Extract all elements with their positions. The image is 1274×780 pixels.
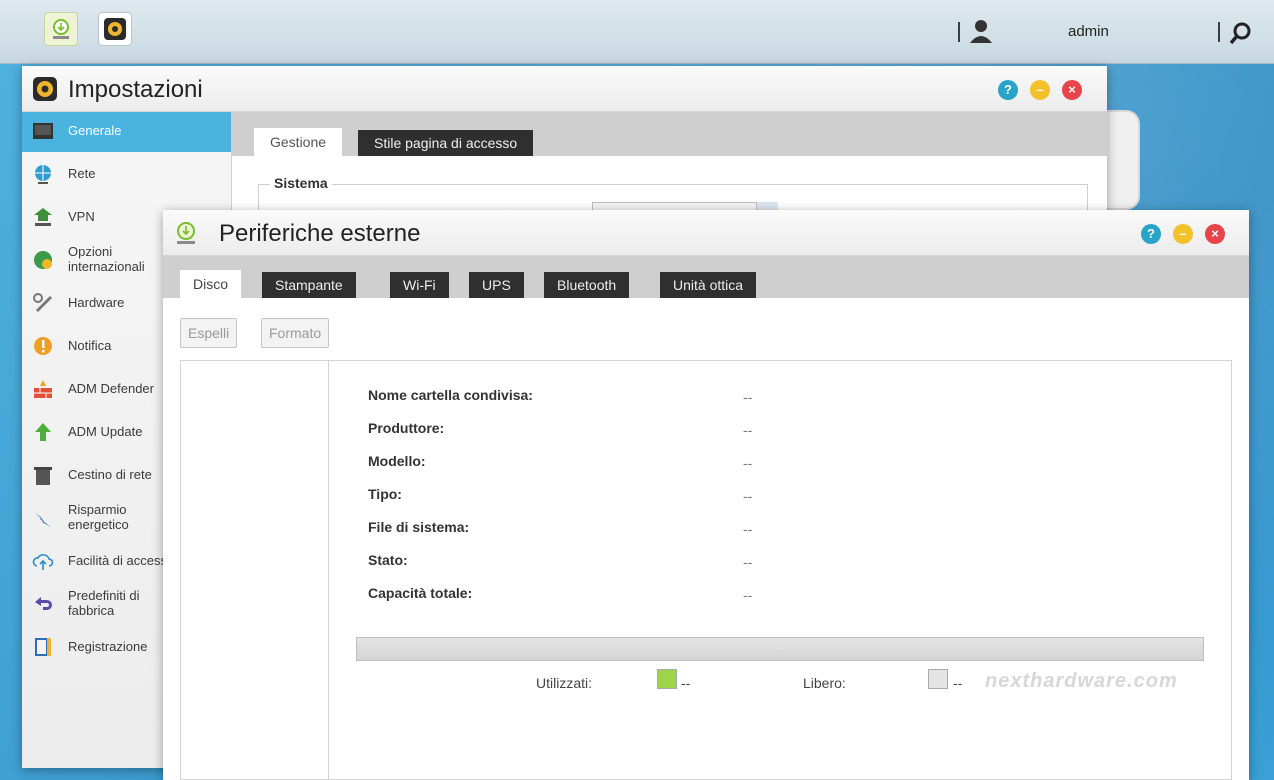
tab-unita-ottica[interactable]: Unità ottica	[660, 272, 757, 298]
update-arrow-icon	[35, 423, 51, 441]
taskbar: admin	[0, 0, 1274, 64]
trash-icon	[34, 467, 52, 485]
region-icon	[34, 251, 52, 269]
minimize-button[interactable]: –	[1173, 224, 1193, 244]
settings-titlebar[interactable]: Impostazioni ? – ×	[22, 66, 1107, 112]
field-value: --	[743, 389, 753, 405]
close-button[interactable]: ×	[1062, 80, 1082, 100]
field-value: --	[743, 422, 753, 438]
sidebar-item-generale[interactable]: Generale	[22, 112, 231, 152]
used-legend-label: Utilizzati:	[536, 675, 593, 691]
external-devices-tabbar: Disco Stampante Wi-Fi UPS Bluetooth Unit…	[163, 256, 1249, 298]
field-value: --	[743, 587, 753, 603]
sidebar-item-rete[interactable]: Rete	[22, 155, 231, 195]
field-label: File di sistema:	[368, 519, 470, 535]
field-label: Stato:	[368, 552, 408, 568]
eject-button[interactable]: Espelli	[180, 318, 238, 348]
free-swatch	[928, 669, 948, 689]
sidebar-label-line1: Predefiniti di	[68, 588, 140, 603]
taskbar-app-external-devices[interactable]	[44, 12, 78, 46]
globe-icon	[35, 165, 51, 184]
field-value: --	[743, 521, 753, 537]
section-title: Sistema	[270, 175, 332, 191]
settings-app-icon	[33, 77, 57, 101]
settings-tabbar: Gestione Stile pagina di accesso	[232, 112, 1107, 156]
notification-icon	[34, 337, 52, 355]
taskbar-app-settings[interactable]	[98, 12, 132, 46]
free-legend-label: Libero:	[803, 675, 846, 691]
firewall-icon	[34, 380, 52, 398]
username-label[interactable]: admin	[1068, 23, 1109, 40]
minimize-button[interactable]: –	[1030, 80, 1050, 100]
reset-icon	[35, 597, 52, 610]
sidebar-label-line2: internazionali	[68, 259, 145, 274]
capacity-usage-bar: --	[356, 637, 1204, 661]
sidebar-label-line1: Opzioni	[68, 244, 113, 259]
external-devices-window: Periferiche esterne ? – × Disco Stampant…	[163, 210, 1249, 780]
user-icon[interactable]	[968, 18, 994, 44]
help-button[interactable]: ?	[1141, 224, 1161, 244]
monitor-icon	[33, 123, 53, 139]
field-value: --	[743, 488, 753, 504]
search-icon[interactable]	[1228, 20, 1254, 46]
vpn-icon	[34, 208, 52, 226]
external-devices-app-icon	[53, 19, 69, 39]
registration-icon	[35, 638, 51, 656]
taskbar-separator	[1218, 22, 1220, 42]
tab-stampante[interactable]: Stampante	[262, 272, 356, 298]
help-button[interactable]: ?	[998, 80, 1018, 100]
tab-gestione[interactable]: Gestione	[254, 128, 343, 156]
settings-app-icon	[104, 18, 126, 40]
external-devices-app-icon	[177, 222, 195, 244]
watermark-logo: nexthardware.com	[985, 670, 1178, 692]
tab-disco[interactable]: Disco	[180, 270, 242, 298]
tab-stile-pagina-accesso[interactable]: Stile pagina di accesso	[358, 130, 534, 156]
window-title: Periferiche esterne	[219, 220, 421, 247]
tab-ups[interactable]: UPS	[469, 272, 524, 298]
external-devices-titlebar[interactable]: Periferiche esterne ? – ×	[163, 210, 1249, 256]
field-label: Capacità totale:	[368, 585, 473, 601]
field-label: Nome cartella condivisa:	[368, 387, 533, 403]
usage-bar-text: --	[776, 642, 784, 654]
window-title: Impostazioni	[68, 76, 203, 103]
used-swatch	[657, 669, 677, 689]
sidebar-label-line2: fabbrica	[68, 603, 115, 618]
tab-bluetooth[interactable]: Bluetooth	[544, 272, 630, 298]
sidebar-label-line2: energetico	[68, 517, 129, 532]
disk-list[interactable]	[181, 361, 329, 780]
field-value: --	[743, 455, 753, 471]
field-label: Tipo:	[368, 486, 402, 502]
power-icon	[35, 513, 51, 527]
field-value: --	[743, 554, 753, 570]
close-button[interactable]: ×	[1205, 224, 1225, 244]
field-label: Produttore:	[368, 420, 445, 436]
free-legend-value: --	[953, 675, 963, 691]
cloud-upload-icon	[32, 554, 54, 570]
used-legend-value: --	[681, 675, 691, 691]
tab-wifi[interactable]: Wi-Fi	[390, 272, 449, 298]
hardware-icon	[33, 293, 52, 312]
taskbar-separator	[958, 22, 960, 42]
field-label: Modello:	[368, 453, 426, 469]
sidebar-label-line1: Risparmio	[68, 502, 127, 517]
format-button[interactable]: Formato	[261, 318, 330, 348]
disk-info-panel: Nome cartella condivisa: -- Produttore: …	[180, 360, 1232, 780]
